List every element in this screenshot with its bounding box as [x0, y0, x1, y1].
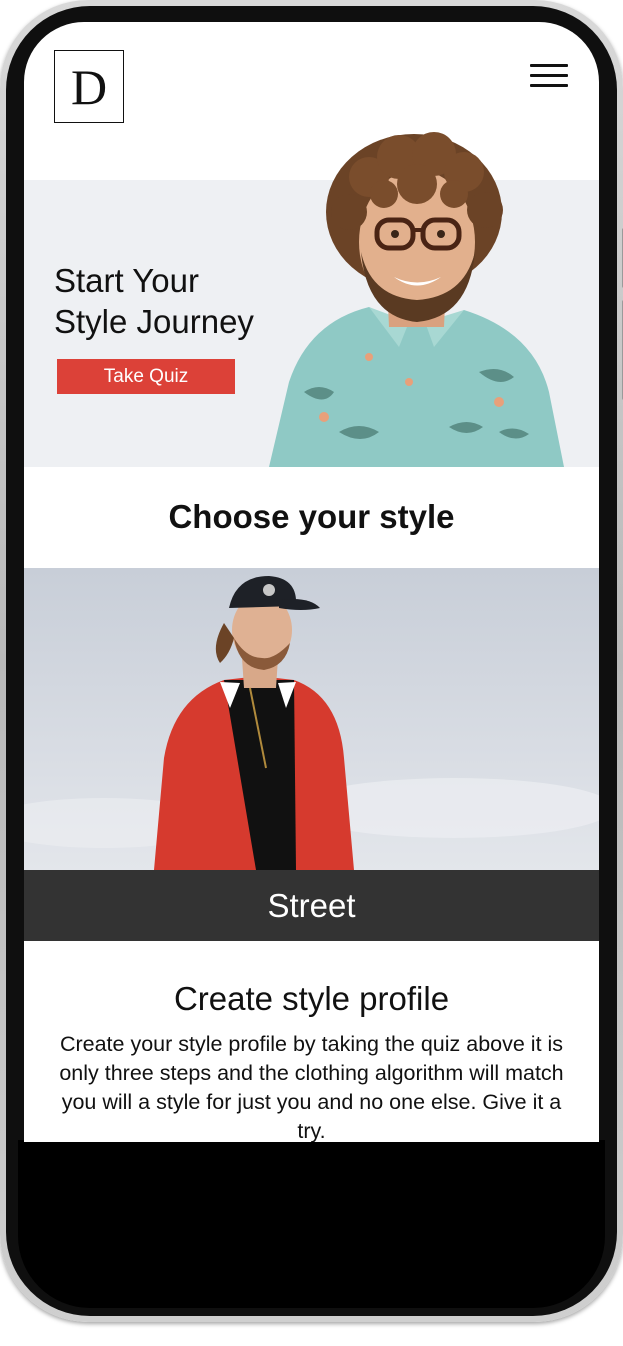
screen-blank-area	[18, 1140, 605, 1308]
street-style-photo	[24, 568, 599, 870]
hamburger-menu-icon[interactable]	[530, 62, 568, 90]
menu-line	[530, 64, 568, 67]
style-card-street[interactable]: Street	[24, 568, 599, 941]
menu-line	[530, 84, 568, 87]
hero-title: Start Your Style Journey	[54, 260, 314, 342]
take-quiz-button[interactable]: Take Quiz	[57, 359, 235, 394]
profile-heading: Create style profile	[173, 980, 450, 1017]
app-screen: D Start Your Style Journey Take Quiz Cho…	[24, 22, 599, 1142]
hero-title-line: Start Your	[54, 262, 199, 299]
brand-logo[interactable]: D	[54, 50, 124, 123]
menu-line	[530, 74, 568, 77]
style-label-bar: Street	[24, 870, 599, 941]
style-label: Street	[267, 886, 356, 924]
choose-style-heading: Choose your style	[168, 498, 455, 535]
brand-logo-letter: D	[70, 58, 108, 115]
hero-title-line: Style Journey	[54, 303, 254, 340]
profile-description: Create your style profile by taking the …	[59, 1032, 564, 1142]
